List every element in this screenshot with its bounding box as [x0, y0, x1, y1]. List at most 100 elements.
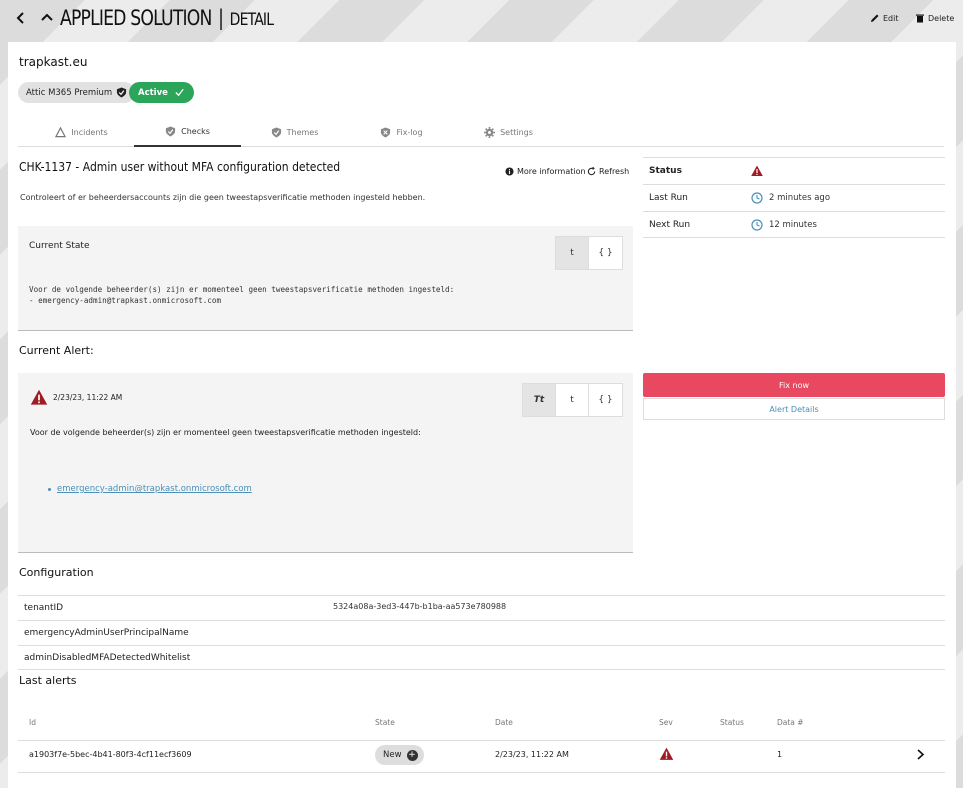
product-badge-label: Attic M365 Premium [26, 87, 113, 98]
last-run-row: Last Run 2 minutes ago [643, 184, 945, 211]
page-title: APPLIED SOLUTION | DETAIL [60, 6, 274, 30]
fix-now-button[interactable]: Fix now [643, 373, 945, 397]
gear-icon [484, 126, 496, 138]
alert-timestamp: 2/23/23, 11:22 AM [53, 393, 123, 402]
tab-checks[interactable]: Checks [134, 118, 241, 147]
shield-x-icon [381, 126, 391, 138]
status-badge-label: Active [138, 87, 168, 98]
alert-list-item: emergency-admin@trapkast.onmicrosoft.com [48, 484, 252, 494]
status-row: Status [643, 157, 945, 184]
tab-label: Checks [181, 127, 210, 136]
edit-button[interactable]: Edit [870, 13, 899, 23]
refresh-label: Refresh [599, 167, 630, 176]
clock-icon [751, 218, 763, 231]
tab-settings[interactable]: Settings [455, 118, 562, 146]
json-view-button[interactable]: { } [589, 237, 622, 269]
current-state-line: - emergency-admin@trapkast.onmicrosoft.c… [29, 296, 222, 305]
title-sub: DETAIL [229, 10, 274, 30]
alert-id: a1903f7e-5bec-4b41-80f3-4cf11ecf3609 [29, 750, 192, 759]
refresh-button[interactable]: Refresh [587, 167, 629, 176]
chevron-left-icon [16, 12, 24, 24]
config-row: emergencyAdminUserPrincipalName [18, 620, 945, 645]
tab-label: Incidents [71, 127, 108, 137]
json-view-button[interactable]: { } [589, 384, 622, 416]
current-alert-card: 2/23/23, 11:22 AM Tt t { } Voor de volge… [18, 373, 633, 553]
config-key: adminDisabledMFADetectedWhitelist [24, 653, 191, 663]
text-view-button[interactable]: t [556, 237, 589, 269]
trash-icon [916, 14, 924, 23]
last-alerts-title: Last alerts [19, 674, 77, 687]
config-value: 5324a08a-3ed3-447b-b1ba-aa573e780988 [333, 602, 507, 611]
back-button[interactable] [15, 10, 27, 30]
alert-details-button[interactable]: Alert Details [643, 398, 945, 420]
column-header-state: State [375, 718, 395, 727]
column-header-date: Date [495, 718, 513, 727]
tab-themes[interactable]: Themes [241, 118, 348, 146]
shield-check-icon [271, 126, 281, 138]
config-key: tenantID [24, 603, 64, 613]
warning-icon [30, 389, 48, 405]
triangle-icon [55, 126, 67, 137]
alert-data-count: 1 [777, 750, 783, 759]
column-header-data-count: Data # [777, 718, 804, 727]
next-run-label: Next Run [649, 219, 691, 230]
tab-bar: Incidents Checks Themes Fix-log Settings [18, 118, 944, 147]
column-header-status: Status [720, 718, 744, 727]
alert-item-link[interactable]: emergency-admin@trapkast.onmicrosoft.com [57, 484, 252, 494]
product-badge: Attic M365 Premium [18, 82, 136, 103]
current-alert-title: Current Alert: [19, 344, 94, 357]
shield-check-icon [166, 126, 176, 137]
tab-fix-log[interactable]: Fix-log [348, 118, 455, 146]
rich-view-button[interactable]: Tt [523, 384, 556, 416]
tab-label: Settings [500, 127, 533, 137]
title-separator: | [218, 6, 224, 30]
current-state-label: Current State [29, 241, 90, 251]
bullet [48, 487, 51, 491]
next-run-value: 12 minutes [751, 218, 817, 231]
chevron-up-icon [41, 13, 53, 21]
state-pill[interactable]: New + [375, 745, 424, 765]
configuration-title: Configuration [19, 566, 94, 579]
severity-cell [659, 747, 674, 764]
last-run-text: 2 minutes ago [769, 193, 831, 203]
collapse-button[interactable] [40, 10, 54, 30]
delete-button[interactable]: Delete [915, 13, 954, 23]
text-view-button[interactable]: t [556, 384, 589, 416]
alert-header: 2/23/23, 11:22 AM [30, 389, 122, 406]
more-information-button[interactable]: More information [505, 167, 586, 176]
tab-incidents[interactable]: Incidents [28, 118, 135, 146]
status-badge: Active [129, 82, 194, 103]
current-state-card: Current State t { } Voor de volgende beh… [18, 226, 633, 331]
check-description: Controleert of er beheerdersaccounts zij… [20, 193, 426, 202]
warning-icon [751, 165, 763, 176]
table-divider [18, 772, 945, 773]
tab-label: Fix-log [396, 127, 423, 137]
last-run-label: Last Run [649, 193, 688, 203]
alert-text: Voor de volgende beheerder(s) zijn er mo… [30, 428, 421, 437]
current-state-text: Voor de volgende beheerder(s) zijn er mo… [29, 284, 454, 306]
shield-icon [117, 87, 127, 98]
refresh-icon [587, 167, 596, 176]
current-state-line: Voor de volgende beheerder(s) zijn er mo… [29, 285, 455, 294]
chevron-right-icon [917, 749, 925, 760]
edit-label: Edit [883, 13, 899, 23]
info-icon [505, 167, 514, 176]
tenant-name: trapkast.eu [19, 55, 88, 69]
check-icon [175, 88, 184, 97]
next-run-row: Next Run 12 minutes [643, 211, 945, 238]
config-key: emergencyAdminUserPrincipalName [24, 628, 189, 638]
more-information-label: More information [517, 167, 586, 176]
title-main: APPLIED SOLUTION [60, 6, 212, 30]
page-header: APPLIED SOLUTION | DETAIL Edit Delete [0, 0, 963, 42]
alert-view-toggle: Tt t { } [522, 383, 623, 417]
next-run-text: 12 minutes [769, 219, 817, 230]
column-header-sev: Sev [659, 718, 673, 727]
config-row: adminDisabledMFADetectedWhitelist [18, 645, 945, 670]
delete-label: Delete [928, 13, 955, 23]
plus-icon: + [406, 749, 418, 761]
clock-icon [751, 192, 763, 204]
check-title: CHK-1137 - Admin user without MFA config… [19, 160, 341, 174]
row-open-button[interactable] [916, 749, 925, 763]
warning-icon [659, 747, 674, 760]
state-label: New [383, 750, 402, 760]
